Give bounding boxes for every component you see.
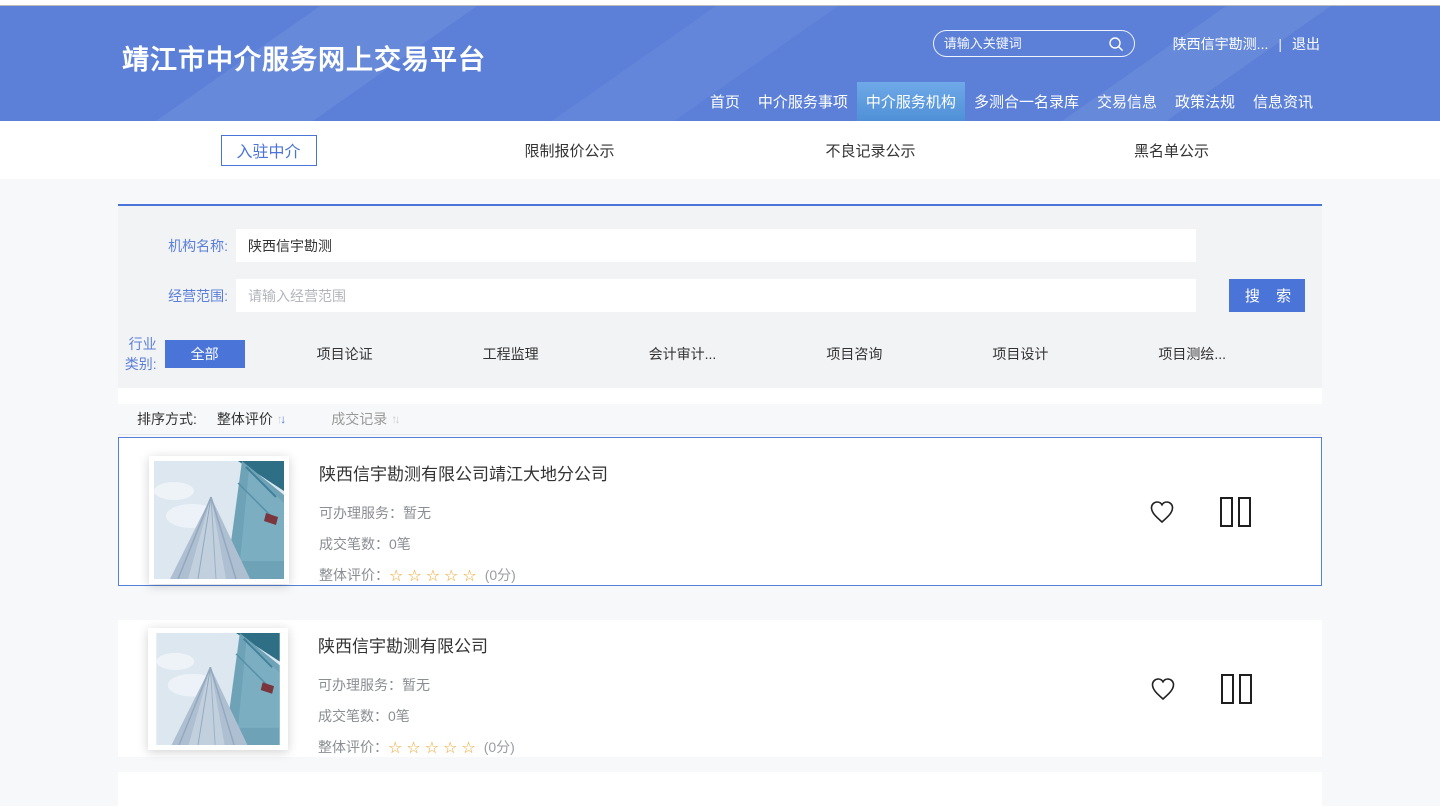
nav-item-service-agencies[interactable]: 中介服务机构 [857, 82, 965, 121]
industry-tab-project-consulting[interactable]: 项目咨询 [812, 340, 896, 368]
keyword-search-input[interactable] [944, 36, 1108, 51]
tab-bad-record-notice[interactable]: 不良记录公示 [825, 140, 915, 161]
agency-photo[interactable] [148, 628, 288, 750]
nav-item-policies[interactable]: 政策法规 [1166, 82, 1244, 121]
service-value: 暂无 [403, 505, 431, 521]
agency-name[interactable]: 陕西信宇勘测有限公司靖江大地分公司 [319, 460, 608, 485]
page-body: 机构名称: 经营范围: 搜 索 行业类别: 全部 项目论证 工程监理 会计审计.… [0, 179, 1440, 806]
secondary-navigation: 入驻中介 限制报价公示 不良记录公示 黑名单公示 [0, 121, 1440, 179]
rating-score: (0分) [485, 567, 516, 583]
agency-result-card[interactable]: 陕西信宇勘测有限公司靖江大地分公司 可办理服务：暂无 成交笔数：0笔 整体评价：… [118, 437, 1322, 586]
industry-tab-all[interactable]: 全部 [165, 340, 245, 368]
industry-category-label: 行业类别: [118, 334, 165, 374]
business-scope-label: 经营范围: [118, 286, 236, 306]
service-label: 可办理服务： [319, 505, 403, 521]
search-filter-panel: 机构名称: 经营范围: 搜 索 行业类别: 全部 项目论证 工程监理 会计审计.… [118, 206, 1322, 388]
deals-label: 成交笔数： [319, 536, 389, 552]
logout-link[interactable]: 退出 [1292, 34, 1320, 54]
sort-desc-icon: ↓ [395, 412, 398, 426]
service-label: 可办理服务： [318, 677, 402, 693]
business-scope-input[interactable] [236, 279, 1196, 312]
rating-label: 整体评价： [319, 567, 389, 583]
nav-item-trade-info[interactable]: 交易信息 [1088, 82, 1166, 121]
rating-score: (0分) [484, 739, 515, 755]
footer-space [118, 772, 1322, 807]
spacer [118, 388, 1322, 404]
org-name-label: 机构名称: [118, 236, 236, 256]
tab-blacklist-notice[interactable]: 黑名单公示 [1134, 140, 1209, 161]
site-header: 靖江市中介服务网上交易平台 陕西信宇勘测... | 退出 首页 中介服务事项 中… [0, 6, 1440, 121]
nav-item-news[interactable]: 信息资讯 [1244, 82, 1322, 121]
star-rating: ☆☆☆☆☆ [388, 740, 480, 757]
user-separator: | [1278, 36, 1282, 52]
agency-photo[interactable] [149, 456, 289, 584]
search-icon[interactable] [1108, 36, 1124, 52]
tab-settled-agencies[interactable]: 入驻中介 [221, 135, 317, 166]
search-button[interactable]: 搜 索 [1229, 279, 1305, 312]
compare-icon[interactable] [1221, 674, 1252, 704]
sort-label: 排序方式: [137, 409, 197, 429]
deals-label: 成交笔数： [318, 708, 388, 724]
favorite-heart-icon[interactable] [1148, 499, 1176, 525]
deals-value: 0笔 [388, 708, 410, 724]
deals-value: 0笔 [389, 536, 411, 552]
industry-tab-engineering-supervision[interactable]: 工程监理 [469, 340, 553, 368]
tab-price-limit-notice[interactable]: 限制报价公示 [524, 140, 614, 161]
sort-desc-icon: ↓ [280, 412, 283, 426]
rating-label: 整体评价： [318, 739, 388, 755]
service-value: 暂无 [402, 677, 430, 693]
industry-tab-project-surveying[interactable]: 项目测绘... [1144, 340, 1240, 368]
agency-name[interactable]: 陕西信宇勘测有限公司 [318, 632, 515, 657]
org-name-input[interactable] [236, 229, 1196, 262]
logged-in-user[interactable]: 陕西信宇勘测... [1173, 34, 1269, 54]
nav-item-service-matters[interactable]: 中介服务事项 [749, 82, 857, 121]
main-navigation: 首页 中介服务事项 中介服务机构 多测合一名录库 交易信息 政策法规 信息资讯 [701, 82, 1322, 121]
industry-tab-accounting-audit[interactable]: 会计审计... [635, 340, 731, 368]
industry-tab-project-design[interactable]: 项目设计 [978, 340, 1062, 368]
industry-tabs: 全部 项目论证 工程监理 会计审计... 项目咨询 项目设计 项目测绘... [165, 340, 1322, 368]
industry-tab-project-demonstration[interactable]: 项目论证 [303, 340, 387, 368]
sort-by-overall-rating[interactable]: 整体评价 ↑ ↓ [217, 409, 283, 429]
nav-item-directory[interactable]: 多测合一名录库 [965, 82, 1088, 121]
keyword-search-box[interactable] [933, 30, 1135, 57]
spacer [118, 757, 1322, 772]
sort-bar: 排序方式: 整体评价 ↑ ↓ 成交记录 ↑ ↓ [118, 404, 1322, 435]
favorite-heart-icon[interactable] [1149, 676, 1177, 702]
agency-result-card[interactable]: 陕西信宇勘测有限公司 可办理服务：暂无 成交笔数：0笔 整体评价：☆☆☆☆☆(0… [118, 620, 1322, 757]
compare-icon[interactable] [1220, 497, 1251, 527]
nav-item-home[interactable]: 首页 [701, 82, 749, 121]
star-rating: ☆☆☆☆☆ [389, 568, 481, 585]
sort-by-deal-records[interactable]: 成交记录 ↑ ↓ [331, 409, 397, 429]
page-title: 靖江市中介服务网上交易平台 [122, 38, 486, 77]
